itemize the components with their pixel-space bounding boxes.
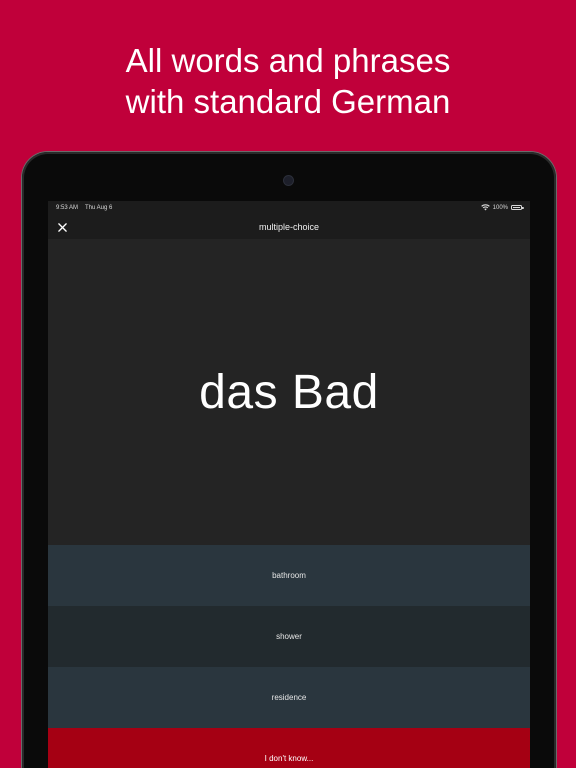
headline-line-2: with standard German bbox=[125, 83, 451, 120]
dont-know-label: I don't know... bbox=[264, 754, 314, 763]
question-word: das Bad bbox=[199, 365, 379, 419]
battery-icon bbox=[511, 205, 524, 210]
answer-option-residence[interactable]: residence bbox=[48, 667, 530, 728]
status-date: Thu Aug 6 bbox=[85, 205, 113, 211]
answer-option-label: bathroom bbox=[272, 571, 306, 580]
status-indicators: 100% bbox=[480, 204, 524, 211]
answer-option-bathroom[interactable]: bathroom bbox=[48, 545, 530, 606]
app-screen: 9:53 AM Thu Aug 6 100% multiple-choice d… bbox=[48, 201, 530, 768]
answer-option-shower[interactable]: shower bbox=[48, 606, 530, 667]
status-time: 9:53 AM bbox=[56, 205, 79, 211]
nav-bar: multiple-choice bbox=[48, 215, 530, 239]
promo-headline: All words and phrases with standard Germ… bbox=[0, 40, 576, 122]
answer-option-label: shower bbox=[276, 632, 302, 641]
battery-percent: 100% bbox=[492, 204, 508, 211]
battery-level bbox=[513, 207, 520, 208]
question-card: das Bad bbox=[48, 239, 530, 545]
camera-icon bbox=[284, 176, 293, 185]
tablet-frame: 9:53 AM Thu Aug 6 100% multiple-choice d… bbox=[22, 152, 556, 768]
wifi-icon bbox=[480, 204, 490, 211]
dont-know-button[interactable]: I don't know... bbox=[48, 728, 530, 768]
headline-line-1: All words and phrases bbox=[125, 42, 451, 79]
nav-title: multiple-choice bbox=[258, 222, 320, 232]
answer-options: bathroom shower residence I don't know..… bbox=[48, 545, 530, 768]
answer-option-label: residence bbox=[271, 693, 307, 702]
status-bar: 9:53 AM Thu Aug 6 100% bbox=[48, 201, 530, 215]
